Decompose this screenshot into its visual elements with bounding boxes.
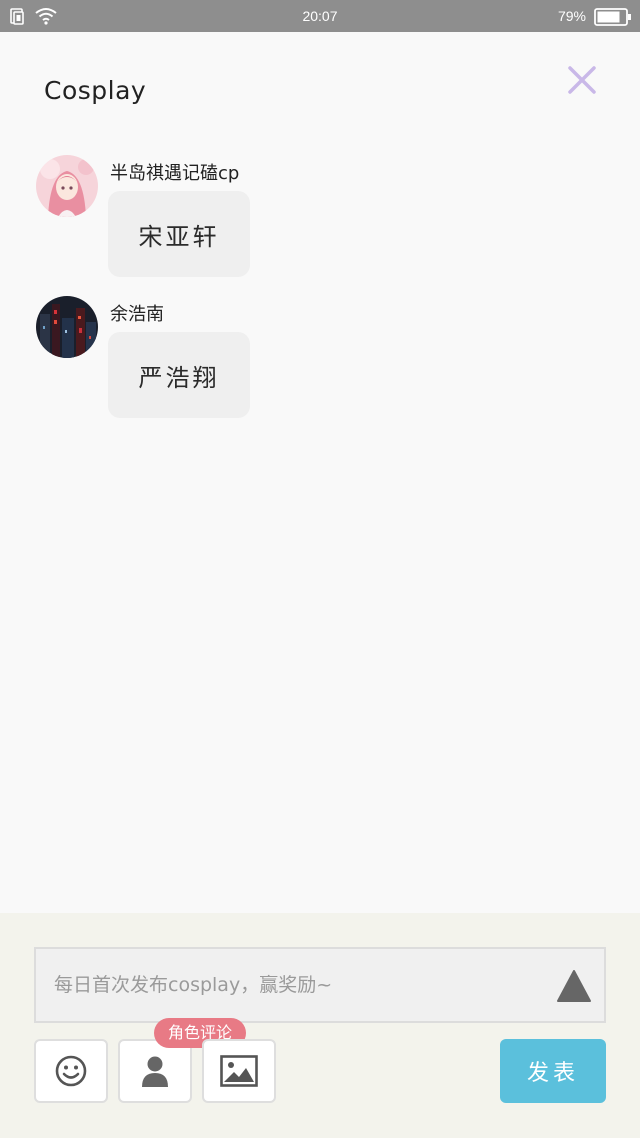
close-button[interactable] bbox=[566, 64, 598, 96]
composer-panel: 角色评论 发表 bbox=[0, 913, 640, 1138]
avatar-dark-city bbox=[36, 296, 98, 358]
message-item: 余浩南 严浩翔 bbox=[0, 296, 640, 426]
message-bubble: 宋亚轩 bbox=[108, 191, 250, 277]
battery-icon bbox=[594, 8, 632, 29]
role-button[interactable] bbox=[118, 1039, 192, 1103]
username: 半岛祺遇记磕cp bbox=[110, 163, 240, 184]
expand-button[interactable] bbox=[556, 969, 592, 1003]
message-bubble: 严浩翔 bbox=[108, 332, 250, 418]
image-button[interactable] bbox=[202, 1039, 276, 1103]
avatar[interactable] bbox=[36, 155, 98, 217]
emoji-icon bbox=[55, 1055, 87, 1087]
status-time: 20:07 bbox=[302, 8, 338, 24]
close-icon bbox=[568, 66, 596, 94]
avatar-pink-girl bbox=[36, 155, 98, 217]
status-bar: 20:07 79% bbox=[0, 0, 640, 32]
comment-input[interactable] bbox=[54, 949, 544, 1021]
publish-button[interactable]: 发表 bbox=[500, 1039, 606, 1103]
avatar[interactable] bbox=[36, 296, 98, 358]
image-icon bbox=[220, 1055, 258, 1087]
username: 余浩南 bbox=[110, 304, 164, 325]
emoji-button[interactable] bbox=[34, 1039, 108, 1103]
message-item: 半岛祺遇记磕cp 宋亚轩 bbox=[0, 155, 640, 285]
battery-percent: 79% bbox=[557, 8, 586, 24]
triangle-send-icon bbox=[557, 970, 591, 1002]
comment-input-box bbox=[34, 947, 606, 1023]
person-icon bbox=[142, 1056, 168, 1087]
page-title: Cosplay bbox=[44, 76, 147, 105]
